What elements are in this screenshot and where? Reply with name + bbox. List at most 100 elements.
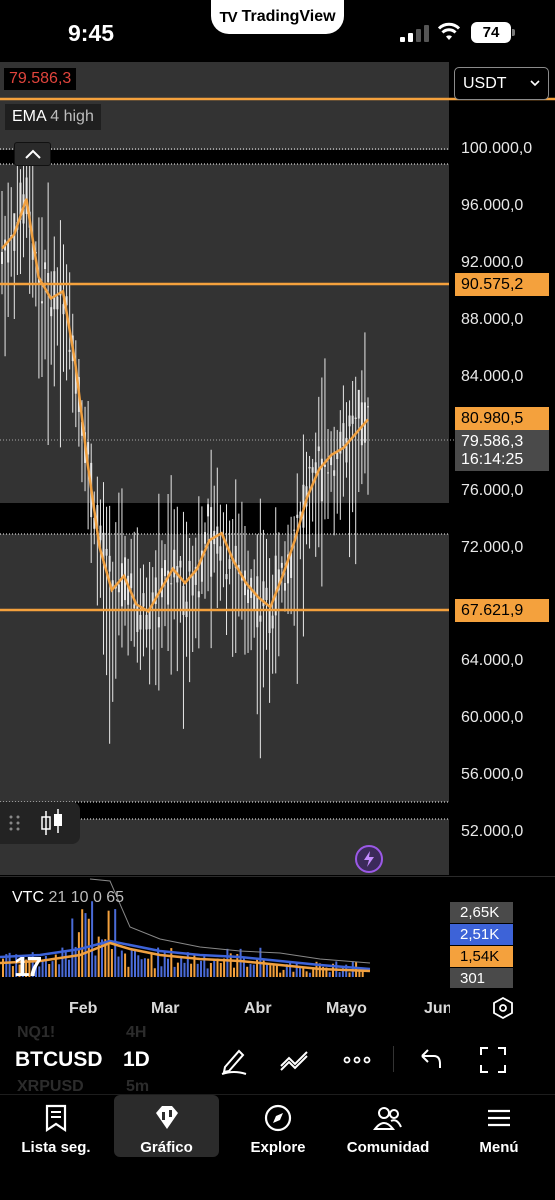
candle-body (47, 273, 50, 282)
volume-bar (206, 968, 209, 977)
interval-button[interactable]: 1D (123, 1048, 150, 1072)
symbol-button[interactable]: BTCUSD (15, 1048, 103, 1072)
volume-bar (216, 958, 219, 977)
volume-bar (266, 963, 268, 977)
volume-bar (94, 955, 97, 977)
chart-icon (155, 1106, 178, 1129)
candle-body (7, 241, 10, 263)
floating-drawing-toolbar[interactable] (0, 802, 80, 844)
volume-bar (249, 964, 252, 977)
volume-bar (127, 966, 130, 977)
price-axis-label: 56.000,0 (461, 766, 524, 783)
chevron-up-icon (24, 149, 41, 159)
candle-body (283, 583, 286, 591)
trend-icon[interactable] (279, 1044, 311, 1076)
nav-item-community[interactable]: Comunidad (338, 1095, 438, 1157)
volume-bar (252, 964, 255, 977)
nav-label: Gráfico (140, 1139, 193, 1156)
volume-bar (226, 948, 229, 977)
volume-pane[interactable]: VTC 21 10 0 65 17 2,65K 2,51K 1,54K 301 (0, 876, 555, 989)
nav-item-explore[interactable]: Explore (233, 1095, 323, 1157)
candle-body (367, 406, 369, 408)
candle-body (247, 589, 250, 604)
nav-item-menu[interactable]: Menú (460, 1095, 538, 1157)
nav-label: Comunidad (346, 1139, 430, 1156)
time-axis-label: Abr (244, 1000, 272, 1017)
currency-select[interactable]: USDT (454, 67, 549, 100)
level-badge-90575[interactable]: 90.575,2 (455, 273, 549, 296)
candle-body (271, 615, 274, 629)
candle-body (133, 604, 136, 609)
watchlist-icon (45, 1104, 67, 1133)
candle-body (256, 576, 259, 628)
vtc-legend[interactable]: VTC 21 10 0 65 (12, 889, 124, 907)
volume-bar (209, 963, 212, 977)
volume-bar (190, 963, 193, 977)
volume-bar (302, 967, 305, 977)
pencil-icon[interactable] (218, 1044, 250, 1076)
candle-body (188, 560, 191, 572)
volume-bar (120, 950, 123, 977)
symbol-toolbar[interactable]: NQ1! 4H BTCUSD 1D XRPUSD 5m (0, 1024, 555, 1095)
volume-bar (219, 962, 222, 977)
candles-type-icon[interactable] (36, 807, 68, 839)
price-chart[interactable]: 79.586,3 EMA 4 high USDT 100.000,0 96.00… (0, 62, 555, 875)
candle-body (139, 614, 142, 630)
volume-bar (153, 968, 156, 977)
candle-body (145, 614, 148, 630)
nav-item-chart[interactable]: Gráfico (114, 1095, 219, 1157)
volume-bar (213, 959, 216, 977)
price-axis-label: 84.000,0 (461, 368, 524, 385)
menu-icon (488, 1109, 510, 1127)
candle-body (327, 472, 330, 474)
candle-body (219, 546, 222, 561)
price-axis-label: 88.000,0 (461, 311, 524, 328)
candle-body (127, 575, 130, 605)
candle-body (105, 548, 108, 556)
tradingview-watermark-icon: 17 (14, 951, 42, 982)
volume-bar (137, 955, 140, 977)
ema-legend-name: EMA (12, 108, 46, 125)
chevron-down-icon (530, 80, 540, 87)
candle-body (203, 532, 206, 544)
ema-value-badge: 80.980,5 (455, 407, 549, 430)
volume-badge: 1,54K (450, 946, 513, 967)
undo-icon[interactable] (414, 1044, 446, 1076)
volume-bar (124, 953, 127, 977)
more-icon[interactable] (341, 1044, 373, 1076)
volume-bar (299, 967, 301, 977)
level-badge-67621[interactable]: 67.621,9 (455, 599, 549, 622)
candle-body (40, 301, 43, 304)
volume-bar (74, 946, 77, 977)
toolbar-divider (393, 1046, 394, 1072)
fullscreen-icon[interactable] (477, 1044, 509, 1076)
candle-body (50, 307, 53, 317)
candle-body (53, 271, 56, 310)
candle-body (311, 467, 314, 473)
time-axis[interactable]: Feb Mar Abr Mayo Jun (0, 988, 555, 1024)
chart-settings-icon[interactable] (492, 997, 514, 1019)
candle-body (108, 555, 111, 572)
time-axis-label: Mar (151, 1000, 180, 1017)
status-bar: 9:45 TV TradingView 74 (0, 0, 555, 62)
nav-label: Explore (250, 1139, 306, 1156)
lightning-button[interactable] (355, 845, 383, 873)
cellular-signal-icon (400, 25, 429, 42)
volume-bar (150, 952, 153, 977)
candle-body (210, 507, 213, 577)
candle-body (317, 446, 320, 452)
candle-body (130, 573, 133, 588)
volume-bar (295, 963, 298, 977)
collapse-legend-button[interactable] (14, 142, 51, 166)
candle-body (170, 583, 173, 585)
volume-badge: 2,65K (450, 902, 513, 923)
volume-bars (2, 901, 364, 977)
volume-bar (130, 948, 133, 977)
time-axis-label: Feb (69, 1000, 98, 1017)
bottom-navigation: Lista seg. Gráfico Explore Comunidad Men… (0, 1094, 555, 1200)
candle-body (68, 349, 71, 352)
drag-handle-icon[interactable] (8, 813, 22, 833)
volume-bar (58, 964, 61, 977)
ema-legend[interactable]: EMA 4 high (5, 104, 101, 130)
nav-item-watchlist[interactable]: Lista seg. (10, 1095, 102, 1157)
